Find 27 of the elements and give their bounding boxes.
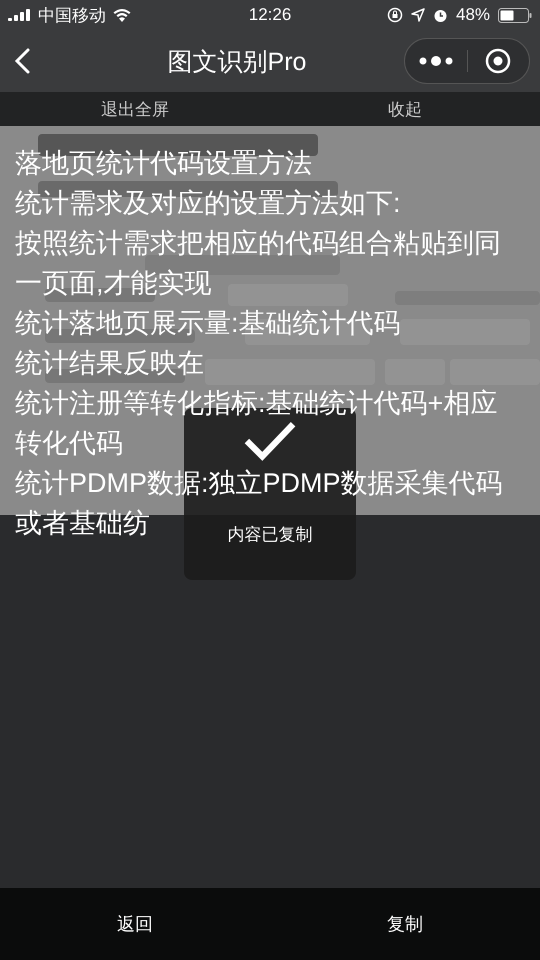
signal-icon <box>8 9 32 21</box>
battery-icon <box>498 8 532 22</box>
clock-time: 12:26 <box>248 5 292 25</box>
recognized-text: 落地页统计代码设置方法 <box>15 147 312 180</box>
toast-message: 内容已复制 <box>228 524 312 546</box>
more-icon <box>418 56 454 66</box>
recognized-text: 或者基础纺 <box>15 507 150 540</box>
recognized-text: 统计结果反映在 <box>15 347 204 380</box>
recognized-text: 一页面,才能实现 <box>15 267 212 300</box>
location-icon <box>410 8 425 22</box>
page-title: 图文识别Pro <box>166 46 308 78</box>
carrier-name: 中国移动 <box>38 4 106 26</box>
rotation-lock-icon <box>386 7 403 23</box>
recognized-text: 转化代码 <box>15 427 123 460</box>
recognized-text: 统计落地页展示量:基础统计代码 <box>15 307 401 340</box>
battery-percent: 48% <box>456 5 490 25</box>
recognized-text: 按照统计需求把相应的代码组合粘贴到同 <box>15 227 501 260</box>
toolbar-button[interactable]: 退出全屏 <box>0 92 270 126</box>
recognized-text: 统计需求及对应的设置方法如下: <box>15 187 401 220</box>
target-icon <box>485 48 512 74</box>
recognized-text: 统计PDMP数据:独立PDMP数据采集代码 <box>15 467 503 500</box>
toolbar-button[interactable]: 收起 <box>270 92 540 126</box>
alarm-icon <box>432 8 448 22</box>
bottom-button[interactable]: 返回 <box>0 888 270 960</box>
wifi-icon <box>112 8 132 22</box>
back-icon[interactable] <box>14 48 30 74</box>
bottom-button[interactable]: 复制 <box>270 888 540 960</box>
